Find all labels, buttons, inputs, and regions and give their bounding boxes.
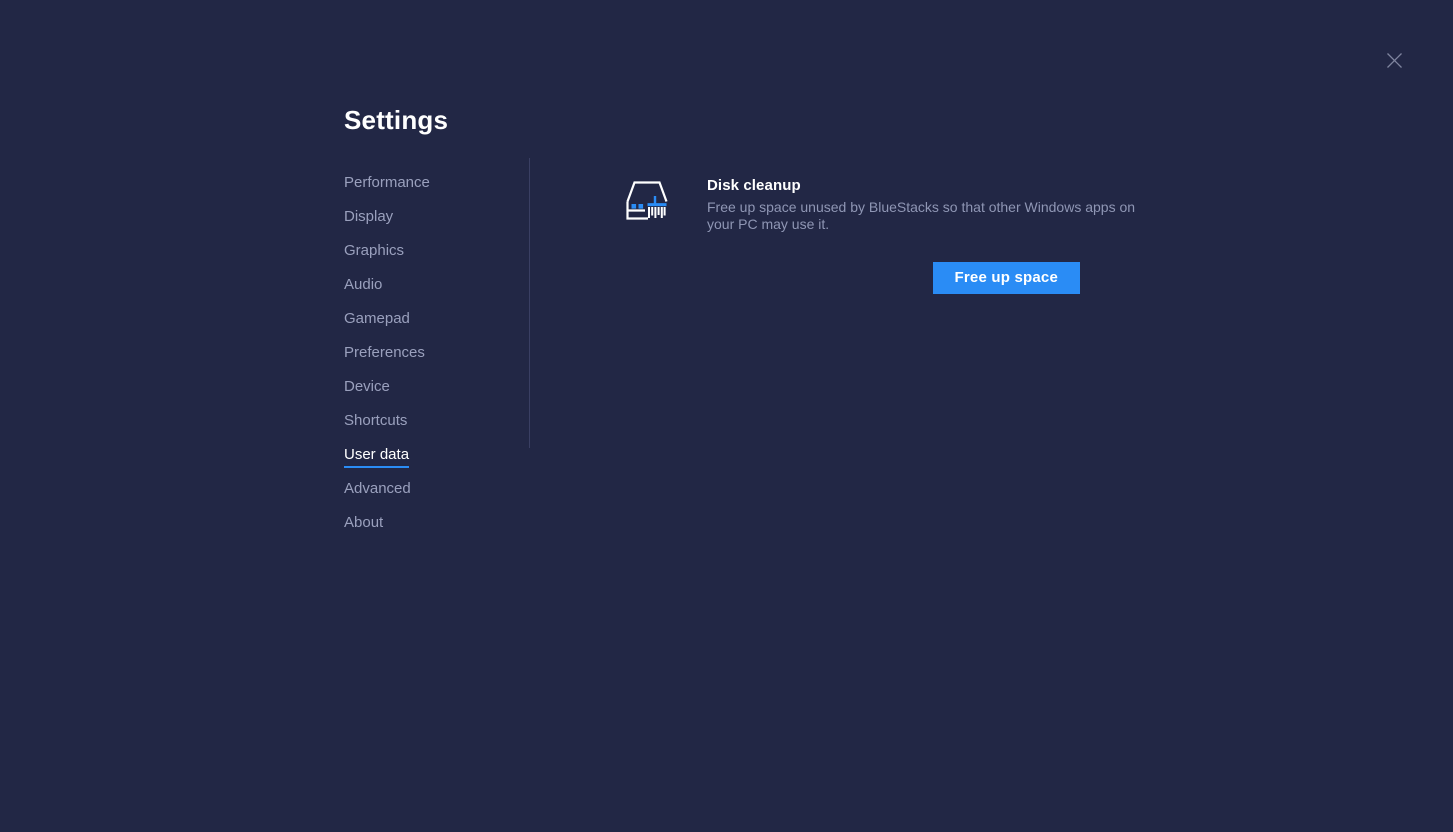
settings-sidebar: Performance Display Graphics Audio Gamep…: [344, 172, 529, 547]
disk-cleanup-text: Disk cleanup Free up space unused by Blu…: [669, 175, 1155, 232]
close-button[interactable]: [1380, 46, 1408, 74]
settings-content-user-data: Disk cleanup Free up space unused by Blu…: [529, 172, 1384, 547]
disk-cleanup-icon: [625, 179, 669, 227]
disk-cleanup-title: Disk cleanup: [707, 177, 801, 194]
settings-body: Performance Display Graphics Audio Gamep…: [344, 158, 1384, 547]
sidebar-item-performance[interactable]: Performance: [344, 173, 430, 196]
close-icon: [1386, 52, 1402, 68]
sidebar-item-preferences[interactable]: Preferences: [344, 343, 425, 366]
free-up-space-button[interactable]: Free up space: [932, 262, 1080, 294]
sidebar-item-about[interactable]: About: [344, 513, 383, 536]
sidebar-item-shortcuts[interactable]: Shortcuts: [344, 411, 407, 434]
sidebar-divider: [529, 158, 530, 448]
sidebar-item-display[interactable]: Display: [344, 207, 393, 230]
sidebar-item-gamepad[interactable]: Gamepad: [344, 309, 410, 332]
disk-cleanup-action-row: Free up space: [625, 262, 1384, 294]
disk-cleanup-description: Free up space unused by BlueStacks so th…: [707, 199, 1136, 232]
page-title: Settings: [344, 105, 449, 135]
disk-cleanup-row: Disk cleanup Free up space unused by Blu…: [625, 175, 1384, 232]
settings-dialog: Settings Performance Display Graphics Au…: [344, 100, 1384, 547]
sidebar-item-advanced[interactable]: Advanced: [344, 479, 411, 502]
sidebar-item-device[interactable]: Device: [344, 377, 390, 400]
sidebar-item-user-data[interactable]: User data: [344, 445, 410, 468]
sidebar-item-graphics[interactable]: Graphics: [344, 241, 404, 264]
sidebar-item-audio[interactable]: Audio: [344, 275, 382, 298]
